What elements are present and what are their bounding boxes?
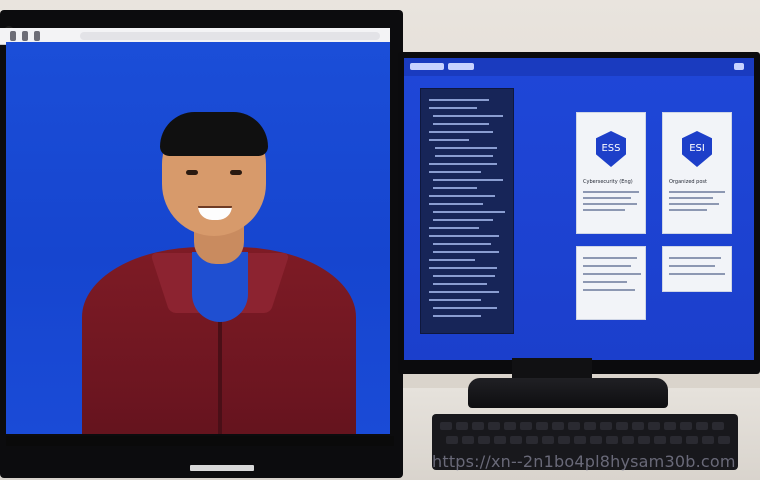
left-monitor [0, 10, 403, 478]
code-editor-pane[interactable] [420, 88, 514, 334]
browser-button-icon[interactable] [10, 31, 16, 41]
monitor-logo-plate [190, 465, 254, 471]
right-screen: ESS Cybersecurity (Eng) ESI Organized po… [404, 58, 754, 360]
settings-icon[interactable] [734, 63, 744, 70]
watermark-text: https://xn--2n1bo4pl8hysam30b.com [432, 452, 736, 471]
jacket-zipper [218, 317, 222, 434]
right-topbar [404, 58, 754, 76]
info-card-1[interactable]: ESS Cybersecurity (Eng) [576, 112, 646, 234]
shield-icon: ESS [596, 131, 626, 167]
address-bar[interactable] [80, 32, 380, 40]
browser-button-icon[interactable] [22, 31, 28, 41]
monitor-stand-base [468, 378, 668, 408]
eye-right [230, 170, 242, 175]
info-card-4[interactable] [662, 246, 732, 292]
left-taskbar [6, 436, 394, 446]
card-2-title: Organized post [669, 179, 707, 185]
person-photo [74, 112, 364, 434]
info-card-2[interactable]: ESI Organized post [662, 112, 732, 234]
eye-left [186, 170, 198, 175]
monitor-stand-neck [512, 358, 592, 380]
browser-button-icon[interactable] [34, 31, 40, 41]
tab[interactable] [410, 63, 444, 70]
hair [160, 112, 268, 156]
info-card-3[interactable] [576, 246, 646, 320]
shield-icon: ESI [682, 131, 712, 167]
tab[interactable] [448, 63, 474, 70]
card-1-title: Cybersecurity (Eng) [583, 179, 633, 185]
left-screen [6, 42, 390, 434]
